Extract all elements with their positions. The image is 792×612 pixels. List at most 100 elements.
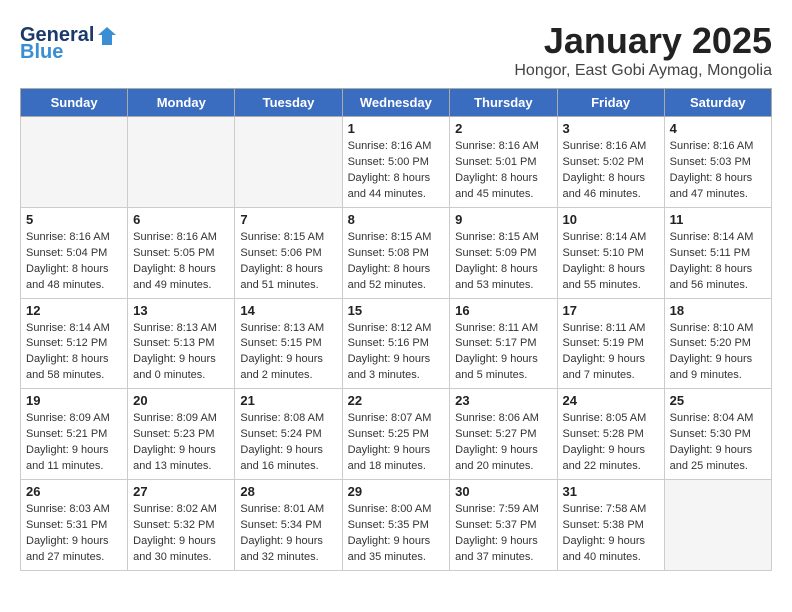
day-number: 23 (455, 393, 551, 408)
day-info: Sunrise: 8:14 AM Sunset: 5:12 PM Dayligh… (26, 321, 122, 385)
calendar-cell: 14Sunrise: 8:13 AM Sunset: 5:15 PM Dayli… (235, 298, 342, 389)
weekday-header-tuesday: Tuesday (235, 89, 342, 117)
calendar-cell: 8 Sunrise: 8:15 AM Sunset: 5:08 PM Daylig… (342, 207, 450, 298)
day-info: Sunrise: 8:04 AM Sunset: 5:30 PM Dayligh… (670, 411, 766, 475)
calendar-cell: 3Sunrise: 8:16 AM Sunset: 5:02 PM Daylig… (557, 117, 664, 208)
week-row-3: 12 Sunrise: 8:14 AM Sunset: 5:12 PM Dayli… (21, 298, 772, 389)
day-number: 27 (133, 484, 229, 499)
day-info: Sunrise: 8:16 AM Sunset: 5:01 PM Dayligh… (455, 139, 551, 203)
day-info: Sunrise: 7:58 AM Sunset: 5:38 PM Dayligh… (563, 502, 659, 566)
day-number: 15 (348, 303, 445, 318)
week-row-4: 19 Sunrise: 8:09 AM Sunset: 5:21 PM Dayli… (21, 389, 772, 480)
calendar-cell: 6 Sunrise: 8:16 AM Sunset: 5:05 PM Daylig… (128, 207, 235, 298)
day-number: 21 (240, 393, 336, 408)
calendar-cell: 25 Sunrise: 8:04 AM Sunset: 5:30 PM Dayli… (664, 389, 771, 480)
day-number: 3 (563, 121, 659, 136)
week-row-2: 5Sunrise: 8:16 AM Sunset: 5:04 PM Daylig… (21, 207, 772, 298)
calendar-cell: 16 Sunrise: 8:11 AM Sunset: 5:17 PM Dayli… (450, 298, 557, 389)
day-info: Sunrise: 8:09 AM Sunset: 5:23 PM Dayligh… (133, 411, 229, 475)
day-info: Sunrise: 8:16 AM Sunset: 5:00 PM Dayligh… (348, 139, 445, 203)
day-info: Sunrise: 8:13 AM Sunset: 5:13 PM Dayligh… (133, 321, 229, 385)
calendar-cell: 28 Sunrise: 8:01 AM Sunset: 5:34 PM Dayli… (235, 480, 342, 571)
calendar-cell: 22 Sunrise: 8:07 AM Sunset: 5:25 PM Dayli… (342, 389, 450, 480)
day-info: Sunrise: 8:01 AM Sunset: 5:34 PM Dayligh… (240, 502, 336, 566)
calendar-header: January 2025 Hongor, East Gobi Aymag, Mo… (20, 20, 772, 80)
day-number: 10 (563, 212, 659, 227)
calendar-cell: 31 Sunrise: 7:58 AM Sunset: 5:38 PM Dayli… (557, 480, 664, 571)
calendar-cell: 21 Sunrise: 8:08 AM Sunset: 5:24 PM Dayli… (235, 389, 342, 480)
weekday-header-thursday: Thursday (450, 89, 557, 117)
weekday-header-saturday: Saturday (664, 89, 771, 117)
day-number: 22 (348, 393, 445, 408)
day-info: Sunrise: 8:16 AM Sunset: 5:04 PM Dayligh… (26, 230, 122, 294)
day-number: 26 (26, 484, 122, 499)
day-info: Sunrise: 8:09 AM Sunset: 5:21 PM Dayligh… (26, 411, 122, 475)
day-info: Sunrise: 8:07 AM Sunset: 5:25 PM Dayligh… (348, 411, 445, 475)
day-info: Sunrise: 8:13 AM Sunset: 5:15 PM Dayligh… (240, 321, 336, 385)
day-number: 20 (133, 393, 229, 408)
calendar-title: January 2025 (20, 20, 772, 62)
calendar-cell: 2 Sunrise: 8:16 AM Sunset: 5:01 PM Daylig… (450, 117, 557, 208)
day-info: Sunrise: 8:14 AM Sunset: 5:10 PM Dayligh… (563, 230, 659, 294)
calendar-cell: 30 Sunrise: 7:59 AM Sunset: 5:37 PM Dayli… (450, 480, 557, 571)
calendar-cell (128, 117, 235, 208)
logo: General Blue (20, 24, 118, 64)
day-number: 29 (348, 484, 445, 499)
day-info: Sunrise: 8:00 AM Sunset: 5:35 PM Dayligh… (348, 502, 445, 566)
day-number: 16 (455, 303, 551, 318)
calendar-cell: 29 Sunrise: 8:00 AM Sunset: 5:35 PM Dayli… (342, 480, 450, 571)
calendar-cell: 9Sunrise: 8:15 AM Sunset: 5:09 PM Daylig… (450, 207, 557, 298)
calendar-cell: 19 Sunrise: 8:09 AM Sunset: 5:21 PM Dayli… (21, 389, 128, 480)
day-info: Sunrise: 8:14 AM Sunset: 5:11 PM Dayligh… (670, 230, 766, 294)
calendar-cell: 18 Sunrise: 8:10 AM Sunset: 5:20 PM Dayli… (664, 298, 771, 389)
weekday-header-monday: Monday (128, 89, 235, 117)
day-number: 4 (670, 121, 766, 136)
day-number: 31 (563, 484, 659, 499)
calendar-cell (235, 117, 342, 208)
calendar-cell: 17Sunrise: 8:11 AM Sunset: 5:19 PM Dayli… (557, 298, 664, 389)
calendar-table: SundayMondayTuesdayWednesdayThursdayFrid… (20, 88, 772, 571)
day-number: 7 (240, 212, 336, 227)
day-number: 30 (455, 484, 551, 499)
day-info: Sunrise: 8:05 AM Sunset: 5:28 PM Dayligh… (563, 411, 659, 475)
day-info: Sunrise: 8:15 AM Sunset: 5:06 PM Dayligh… (240, 230, 336, 294)
calendar-cell: 7 Sunrise: 8:15 AM Sunset: 5:06 PM Daylig… (235, 207, 342, 298)
day-info: Sunrise: 8:11 AM Sunset: 5:17 PM Dayligh… (455, 321, 551, 385)
calendar-cell (664, 480, 771, 571)
day-number: 2 (455, 121, 551, 136)
day-number: 28 (240, 484, 336, 499)
day-number: 17 (563, 303, 659, 318)
day-info: Sunrise: 8:15 AM Sunset: 5:08 PM Dayligh… (348, 230, 445, 294)
weekday-header-row: SundayMondayTuesdayWednesdayThursdayFrid… (21, 89, 772, 117)
day-number: 13 (133, 303, 229, 318)
calendar-cell: 15 Sunrise: 8:12 AM Sunset: 5:16 PM Dayli… (342, 298, 450, 389)
day-number: 8 (348, 212, 445, 227)
day-info: Sunrise: 8:10 AM Sunset: 5:20 PM Dayligh… (670, 321, 766, 385)
day-number: 25 (670, 393, 766, 408)
day-info: Sunrise: 7:59 AM Sunset: 5:37 PM Dayligh… (455, 502, 551, 566)
day-info: Sunrise: 8:16 AM Sunset: 5:03 PM Dayligh… (670, 139, 766, 203)
calendar-cell: 4 Sunrise: 8:16 AM Sunset: 5:03 PM Daylig… (664, 117, 771, 208)
logo-blue: Blue (20, 41, 63, 64)
day-number: 9 (455, 212, 551, 227)
calendar-cell: 10 Sunrise: 8:14 AM Sunset: 5:10 PM Dayli… (557, 207, 664, 298)
calendar-cell: 5Sunrise: 8:16 AM Sunset: 5:04 PM Daylig… (21, 207, 128, 298)
day-info: Sunrise: 8:16 AM Sunset: 5:05 PM Dayligh… (133, 230, 229, 294)
day-info: Sunrise: 8:02 AM Sunset: 5:32 PM Dayligh… (133, 502, 229, 566)
calendar-cell: 1Sunrise: 8:16 AM Sunset: 5:00 PM Daylig… (342, 117, 450, 208)
calendar-cell: 27 Sunrise: 8:02 AM Sunset: 5:32 PM Dayli… (128, 480, 235, 571)
logo-bird-icon (96, 25, 118, 47)
day-number: 6 (133, 212, 229, 227)
calendar-cell: 24 Sunrise: 8:05 AM Sunset: 5:28 PM Dayli… (557, 389, 664, 480)
weekday-header-wednesday: Wednesday (342, 89, 450, 117)
day-info: Sunrise: 8:03 AM Sunset: 5:31 PM Dayligh… (26, 502, 122, 566)
calendar-cell: 23Sunrise: 8:06 AM Sunset: 5:27 PM Dayli… (450, 389, 557, 480)
day-number: 18 (670, 303, 766, 318)
calendar-cell: 26 Sunrise: 8:03 AM Sunset: 5:31 PM Dayli… (21, 480, 128, 571)
day-number: 24 (563, 393, 659, 408)
day-info: Sunrise: 8:12 AM Sunset: 5:16 PM Dayligh… (348, 321, 445, 385)
day-info: Sunrise: 8:08 AM Sunset: 5:24 PM Dayligh… (240, 411, 336, 475)
day-number: 12 (26, 303, 122, 318)
calendar-cell: 13 Sunrise: 8:13 AM Sunset: 5:13 PM Dayli… (128, 298, 235, 389)
day-number: 19 (26, 393, 122, 408)
